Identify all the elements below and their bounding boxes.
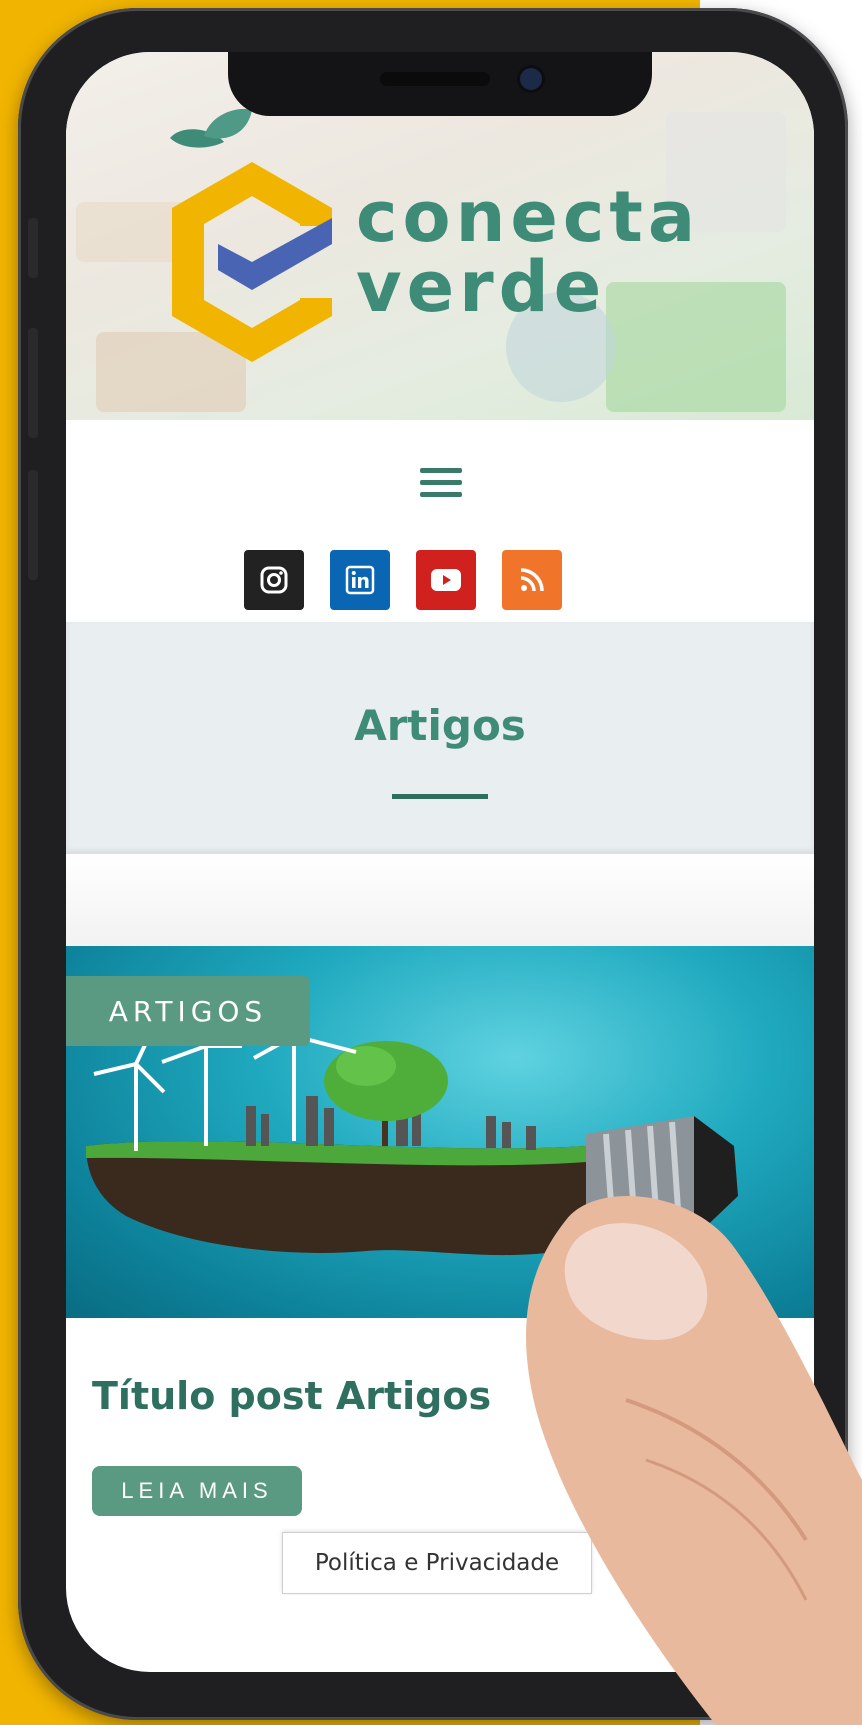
- instagram-link[interactable]: [244, 550, 304, 610]
- speaker-grille: [380, 72, 490, 86]
- section-spacer: [66, 854, 814, 946]
- youtube-link[interactable]: [416, 550, 476, 610]
- rss-link[interactable]: [502, 550, 562, 610]
- linkedin-icon: [345, 565, 375, 595]
- rss-icon: [520, 568, 544, 592]
- brand-wordmark: conecta verde: [356, 182, 700, 322]
- phone-mute-switch: [28, 218, 38, 278]
- phone-volume-up: [28, 328, 38, 438]
- linkedin-link[interactable]: [330, 550, 390, 610]
- read-more-button[interactable]: LEIA MAIS: [92, 1466, 302, 1516]
- post-title[interactable]: Título post Artigos: [92, 1374, 491, 1418]
- brand-line-2: verde: [356, 246, 607, 328]
- instagram-icon: [260, 566, 288, 594]
- title-underline: [392, 794, 488, 799]
- phone-notch: [228, 52, 652, 116]
- conecta-verde-logo-icon: [170, 108, 332, 362]
- page-title-band: Artigos: [66, 622, 814, 854]
- page-title: Artigos: [354, 701, 526, 750]
- youtube-icon: [431, 569, 461, 591]
- site-navigation: [66, 420, 814, 620]
- hamburger-menu-icon[interactable]: [420, 468, 462, 498]
- finger-pointer-icon: [526, 1196, 862, 1725]
- phone-volume-down: [28, 470, 38, 580]
- front-camera: [520, 68, 542, 90]
- category-badge[interactable]: ARTIGOS: [66, 976, 310, 1046]
